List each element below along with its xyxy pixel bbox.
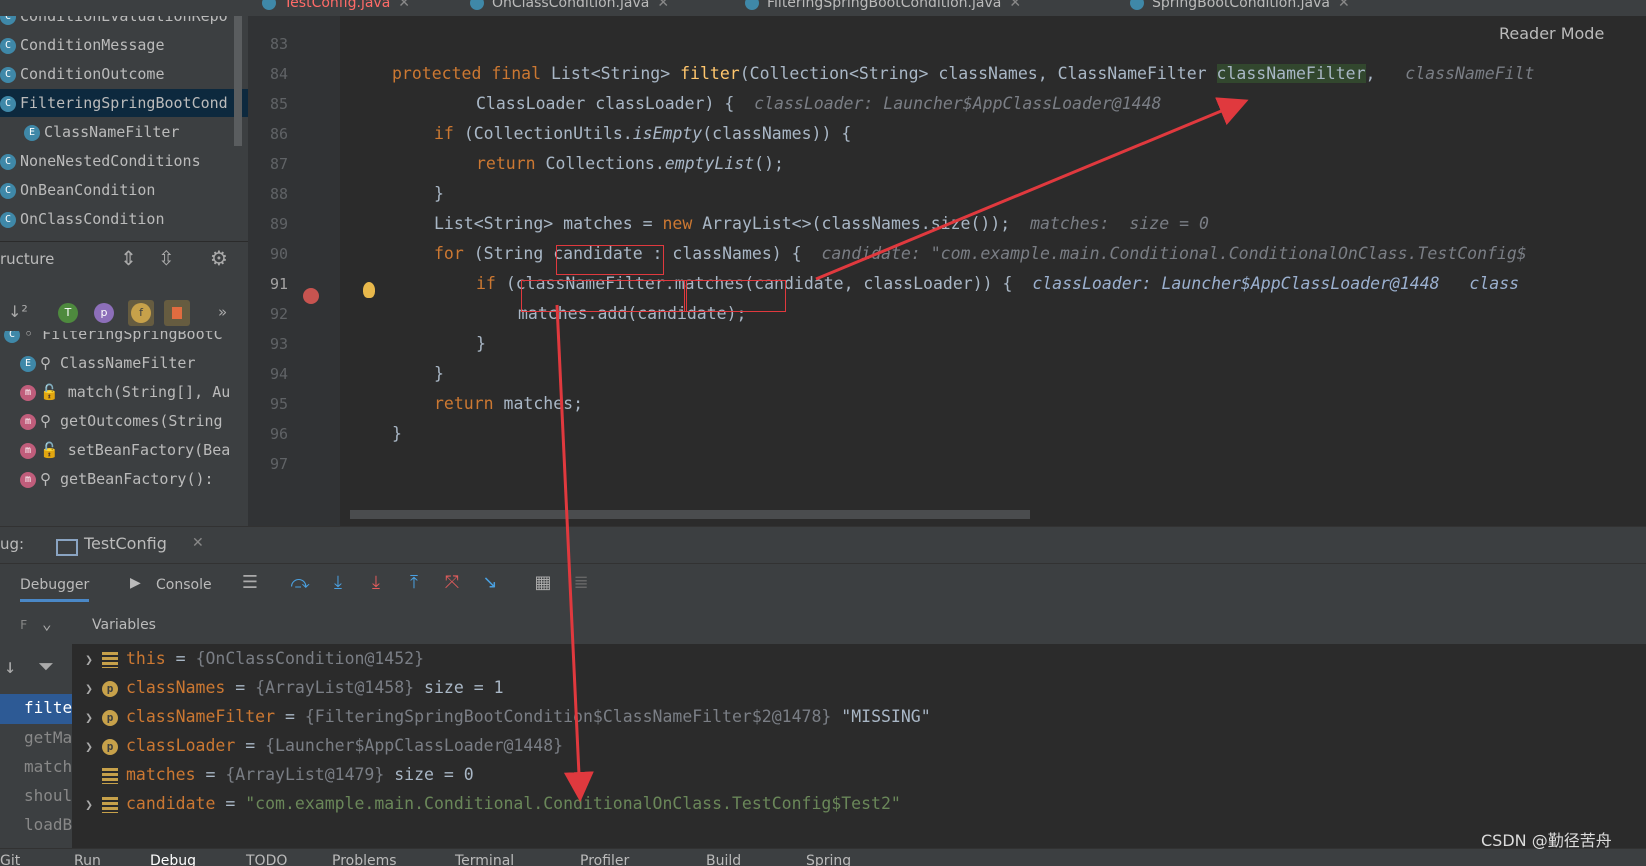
annotation-arrow-to-parameter bbox=[815, 97, 1249, 281]
annotation-arrows bbox=[555, 97, 1249, 802]
annotation-arrow-to-variable bbox=[555, 304, 594, 802]
